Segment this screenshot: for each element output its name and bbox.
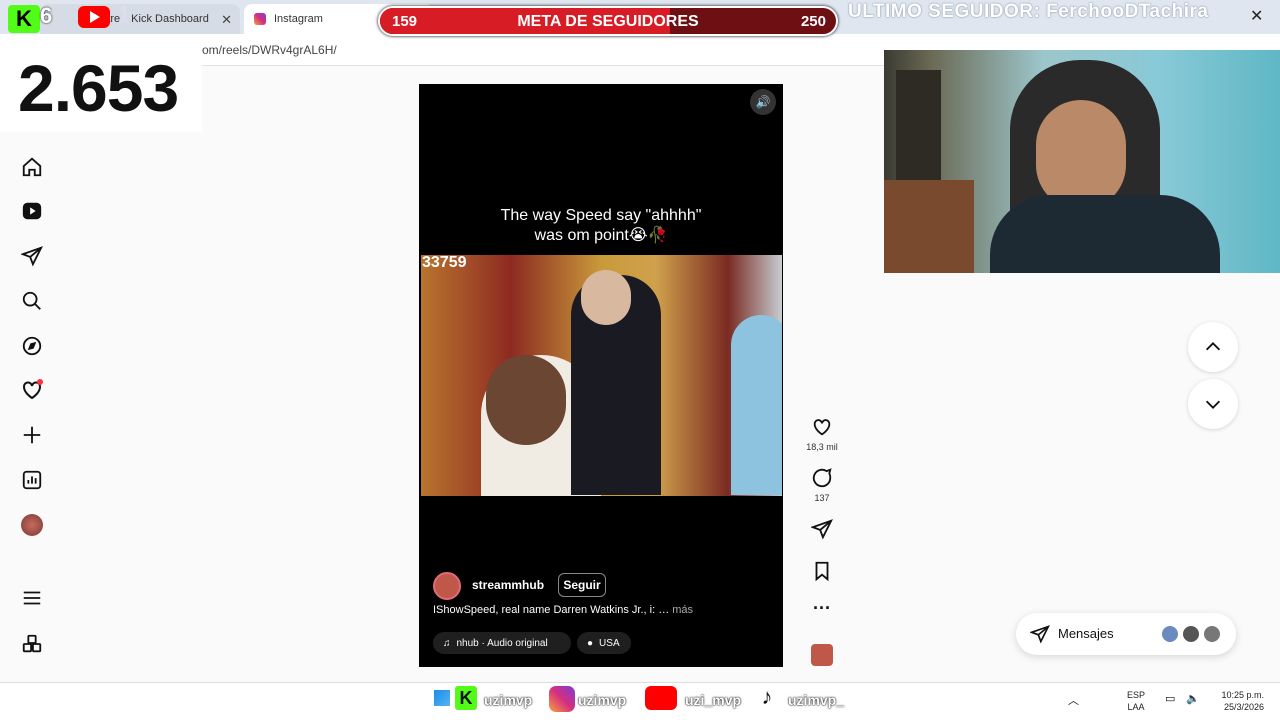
like-icon[interactable] bbox=[808, 416, 836, 443]
music-note-icon: ♫ bbox=[443, 637, 451, 649]
caption-line: The way Speed say "ahhhh" bbox=[500, 207, 702, 224]
tray-chevron-up-icon[interactable]: ︿ bbox=[1068, 692, 1079, 708]
tray-clock[interactable]: 10:25 p.m. 25/3/2026 bbox=[1208, 689, 1264, 713]
share-icon[interactable] bbox=[808, 518, 836, 545]
reel-description: IShowSpeed, real name Darren Watkins Jr.… bbox=[433, 604, 693, 616]
volume-tray-icon[interactable]: 🔈 bbox=[1186, 692, 1200, 705]
streamer-face bbox=[1036, 100, 1126, 210]
location-label: USA bbox=[599, 637, 620, 649]
chevron-down-icon bbox=[1205, 400, 1221, 409]
taskbar-kick-username: uzimvp bbox=[484, 692, 533, 708]
goal-max: 250 bbox=[800, 13, 826, 30]
explore-icon[interactable] bbox=[18, 332, 46, 360]
tab-label: Stre…Kick Dashboard bbox=[100, 13, 209, 25]
network-icon[interactable]: ▭ bbox=[1165, 692, 1175, 705]
tiktok-icon: ♪ bbox=[761, 684, 773, 709]
location-pin-icon: ● bbox=[587, 637, 594, 649]
kick-logo-icon: K bbox=[455, 686, 477, 710]
volume-icon[interactable]: 🔊 bbox=[750, 89, 776, 115]
kick-logo-icon: K bbox=[8, 5, 40, 33]
more-apps-icon[interactable] bbox=[18, 630, 46, 658]
next-reel-button[interactable] bbox=[1188, 379, 1238, 429]
direct-icon[interactable] bbox=[18, 242, 46, 270]
previous-reel-button[interactable] bbox=[1188, 322, 1238, 372]
search-icon[interactable] bbox=[18, 287, 46, 315]
windows-start-icon[interactable] bbox=[434, 690, 450, 706]
clock-date: 25/3/2026 bbox=[1223, 702, 1264, 712]
message-avatar bbox=[1181, 624, 1201, 644]
follower-goal-bar: 159 META DE SEGUIDORES 250 bbox=[378, 6, 838, 36]
audio-label: nhub · Audio original bbox=[456, 637, 548, 649]
url-text[interactable]: om/reels/DWRv4grAL6H/ bbox=[202, 43, 337, 57]
audio-avatar[interactable] bbox=[811, 644, 833, 666]
video-counter-text: 33759 bbox=[422, 254, 467, 271]
tab-kick-dashboard[interactable]: Stre…Kick Dashboard ✕ bbox=[40, 4, 240, 34]
save-icon[interactable] bbox=[808, 560, 836, 587]
instagram-icon bbox=[254, 13, 266, 25]
comment-count: 137 bbox=[814, 493, 830, 503]
taskbar-tiktok-username: uzimvp_ bbox=[788, 692, 845, 708]
location-chip[interactable]: ● USA bbox=[577, 632, 631, 654]
taskbar bbox=[0, 682, 1280, 720]
notifications-heart-icon[interactable] bbox=[18, 376, 46, 404]
tab-label: Instagram bbox=[274, 13, 323, 25]
follower-count-display: 2.653 bbox=[0, 50, 202, 132]
taskbar-instagram-username: uzimvp bbox=[578, 692, 627, 708]
youtube-viewer-count: 1 bbox=[118, 2, 131, 27]
caption-line: was om point😭🥀 bbox=[534, 227, 668, 244]
last-follower-text: ULTIMO SEGUIDOR: FerchooDTachira bbox=[848, 1, 1209, 22]
description-text: IShowSpeed, real name Darren Watkins Jr.… bbox=[433, 604, 673, 616]
close-icon[interactable]: ✕ bbox=[221, 12, 232, 28]
video-frame[interactable] bbox=[421, 255, 782, 496]
chevron-up-icon bbox=[1205, 342, 1221, 351]
menu-icon[interactable] bbox=[18, 584, 46, 612]
clock-time: 10:25 p.m. bbox=[1221, 690, 1264, 700]
kick-viewer-count: 6 bbox=[40, 3, 53, 28]
direct-icon bbox=[1030, 625, 1050, 644]
language-indicator[interactable]: ESP LAA bbox=[1127, 689, 1145, 713]
follow-button[interactable]: Seguir bbox=[558, 573, 606, 597]
youtube-logo-icon bbox=[78, 6, 110, 28]
youtube-logo-icon bbox=[645, 686, 677, 710]
message-avatar bbox=[1202, 624, 1222, 644]
window-close-icon[interactable]: ✕ bbox=[1250, 6, 1263, 26]
taskbar-youtube-username: uzi_mvp bbox=[685, 692, 742, 708]
profile-avatar[interactable] bbox=[18, 511, 46, 539]
lang-code: ESP bbox=[1127, 690, 1146, 700]
lang-layout: LAA bbox=[1127, 702, 1145, 712]
reels-icon[interactable] bbox=[18, 197, 46, 225]
message-avatar bbox=[1160, 624, 1180, 644]
messages-label: Mensajes bbox=[1058, 626, 1114, 641]
more-options-icon[interactable]: ··· bbox=[808, 598, 836, 619]
instagram-icon bbox=[549, 686, 575, 712]
comment-icon[interactable] bbox=[808, 467, 836, 494]
author-name[interactable]: streammhub bbox=[472, 578, 544, 592]
like-count: 18,3 mil bbox=[806, 442, 838, 452]
video-caption: The way Speed say "ahhhh" was om point😭🥀 bbox=[419, 206, 783, 246]
author-avatar[interactable] bbox=[433, 572, 461, 600]
audio-chip[interactable]: ♫ nhub · Audio original bbox=[433, 632, 571, 654]
streamer-shirt bbox=[990, 195, 1220, 273]
create-icon[interactable] bbox=[18, 421, 46, 449]
more-link[interactable]: más bbox=[672, 604, 693, 616]
dashboard-icon[interactable] bbox=[18, 466, 46, 494]
goal-title: META DE SEGUIDORES bbox=[517, 13, 699, 30]
home-icon[interactable] bbox=[18, 153, 46, 181]
